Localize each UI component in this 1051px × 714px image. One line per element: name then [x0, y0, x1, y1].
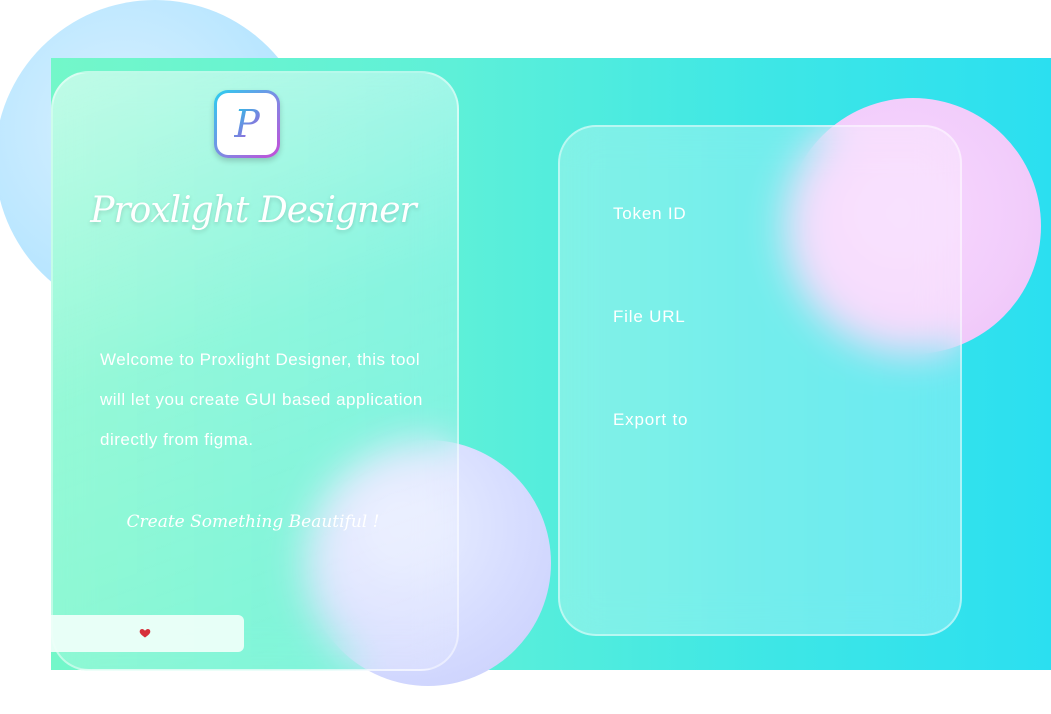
- logo-letter: P: [234, 102, 260, 146]
- file-url-label: File URL: [613, 307, 686, 326]
- welcome-text: Welcome to Proxlight Designer, this tool…: [100, 350, 423, 449]
- token-id-label: Token ID: [613, 204, 687, 223]
- app-logo-icon: P: [214, 90, 280, 158]
- form-panel: [558, 125, 962, 636]
- app-title: Proxlight Designer: [90, 190, 416, 231]
- export-to-label: Export to: [613, 410, 689, 429]
- heart-icon: [139, 629, 151, 638]
- footer-bar: [51, 615, 244, 652]
- tagline: Create Something Beautiful !: [126, 512, 380, 532]
